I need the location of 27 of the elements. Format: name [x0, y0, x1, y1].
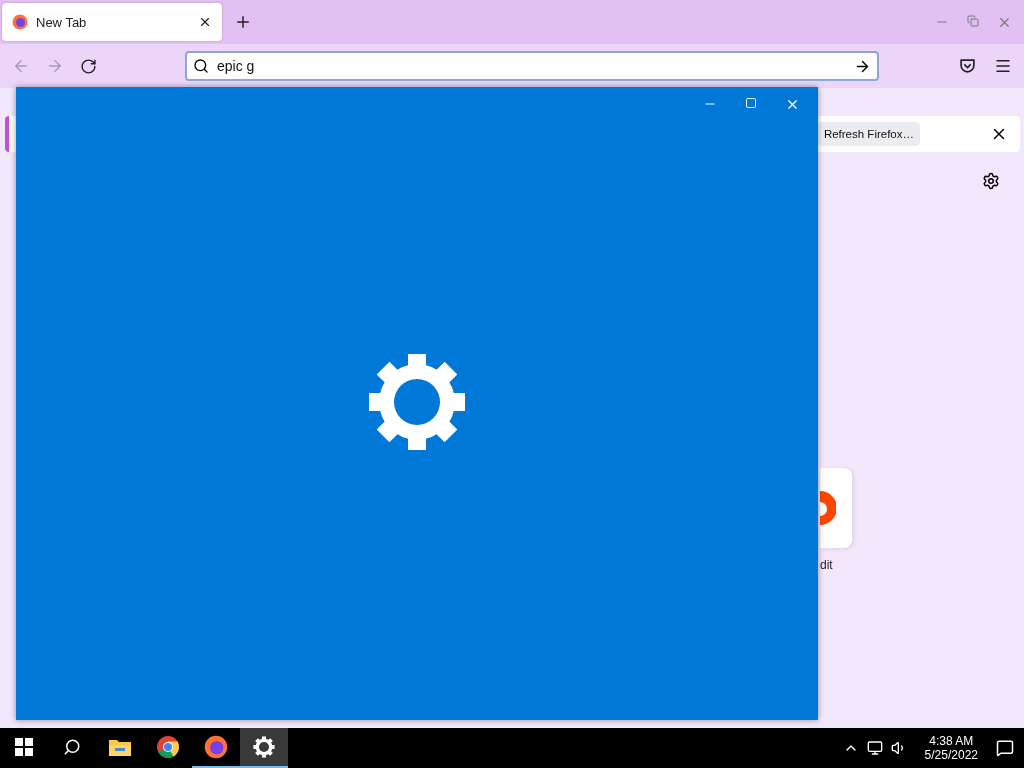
taskbar-app[interactable] — [240, 728, 288, 768]
pocket-icon[interactable] — [959, 57, 976, 75]
close-icon[interactable] — [198, 15, 212, 29]
notification-icon[interactable] — [996, 739, 1014, 757]
site-logo-icon — [820, 491, 836, 525]
search-icon[interactable] — [63, 738, 81, 756]
chrome-icon — [157, 736, 179, 758]
reload-icon[interactable] — [80, 57, 97, 75]
clock[interactable]: 4:38 AM 5/25/2022 — [924, 734, 978, 762]
shortcut-tile[interactable] — [820, 468, 852, 548]
maximize-icon[interactable] — [745, 97, 757, 109]
search-icon — [193, 58, 209, 74]
folder-icon — [109, 738, 131, 756]
gear-icon — [253, 736, 275, 758]
gear-icon — [367, 352, 467, 452]
browser-logo-icon — [204, 735, 228, 759]
plus-icon[interactable] — [234, 13, 252, 31]
browser-tab[interactable]: New Tab — [2, 3, 222, 41]
menu-icon[interactable] — [994, 57, 1012, 75]
shortcut-label: dit — [820, 558, 833, 572]
windows-logo-icon[interactable] — [15, 738, 33, 756]
browser-logo-icon — [12, 14, 28, 30]
settings-icon[interactable] — [982, 172, 1000, 190]
address-field[interactable]: epic g — [185, 51, 879, 81]
tab-title: New Tab — [36, 14, 88, 30]
network-icon[interactable] — [866, 740, 883, 756]
refresh-button[interactable]: Refresh Firefox… — [817, 122, 920, 146]
